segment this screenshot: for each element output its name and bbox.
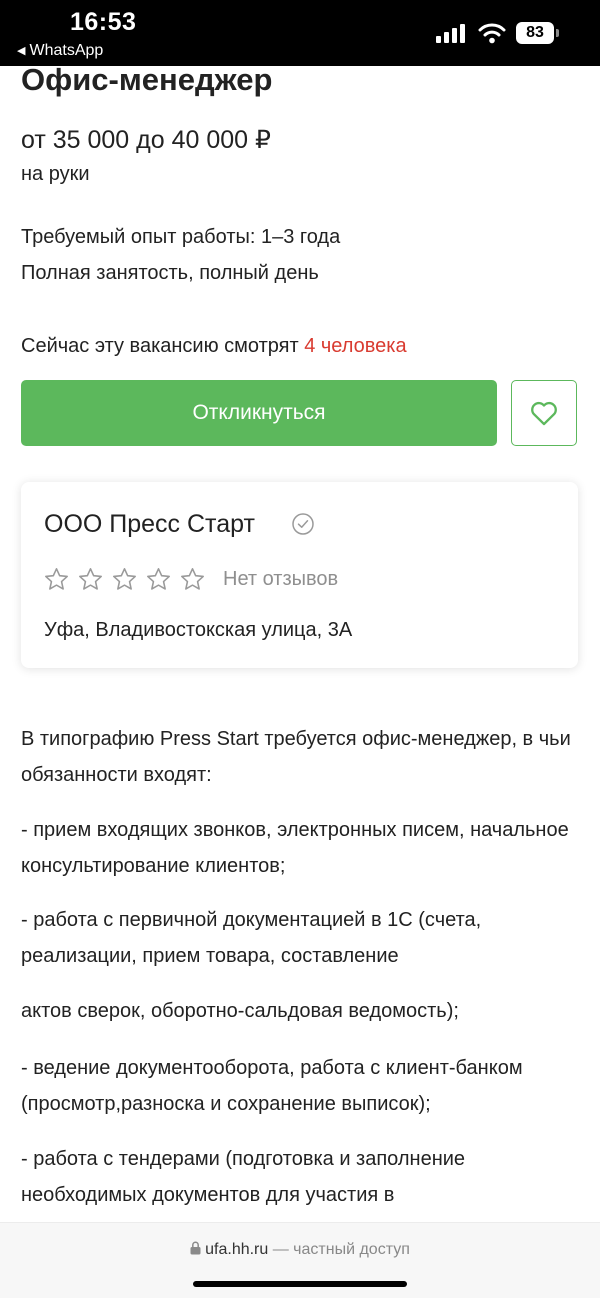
heart-icon bbox=[531, 401, 557, 426]
star-icon bbox=[45, 568, 68, 590]
description-paragraph: - ведение документооборота, работа с кли… bbox=[21, 1057, 523, 1115]
rating-stars bbox=[43, 566, 206, 593]
description-paragraph: - работа с первичной документацией в 1С … bbox=[21, 909, 482, 967]
back-app-label: WhatsApp bbox=[29, 42, 104, 59]
salary-note: на руки bbox=[21, 163, 90, 185]
description-paragraph: - работа с тендерами (подготовка и запол… bbox=[21, 1148, 466, 1206]
viewers-count: 4 человека bbox=[304, 335, 407, 357]
vacancy-title: Офис-менеджер bbox=[21, 62, 273, 97]
employment-type: Полная занятость, полный день bbox=[21, 262, 319, 284]
lock-icon bbox=[190, 1241, 201, 1255]
star-icon bbox=[79, 568, 102, 590]
viewers-text: Сейчас эту вакансию смотрят bbox=[21, 335, 299, 357]
experience: Требуемый опыт работы: 1–3 года bbox=[21, 226, 341, 248]
back-arrow-icon: ◀ bbox=[17, 45, 26, 57]
company-name[interactable]: ООО Пресс Старт bbox=[44, 510, 255, 539]
apply-button[interactable]: Откликнуться bbox=[21, 380, 497, 446]
favorite-button[interactable] bbox=[511, 380, 577, 446]
description-paragraph: актов сверок, оборотно-сальдовая ведомос… bbox=[21, 1000, 459, 1022]
check-circle-icon bbox=[292, 513, 314, 535]
company-card[interactable]: ООО Пресс Старт Нет отзывов Уфа, Владиво… bbox=[21, 482, 578, 668]
description-paragraph: В типографию Press Start требуется офис-… bbox=[21, 728, 571, 786]
status-icons: 83 bbox=[436, 22, 559, 44]
star-icon bbox=[147, 568, 170, 590]
reviews-label[interactable]: Нет отзывов bbox=[223, 568, 338, 591]
viewers-notice: Сейчас эту вакансию смотрят 4 человека bbox=[21, 335, 407, 358]
status-bar: 16:53 ◀ WhatsApp 83 bbox=[0, 0, 600, 66]
description-paragraph: - прием входящих звонков, электронных пи… bbox=[21, 819, 569, 877]
company-address: Уфа, Владивостокская улица, 3А bbox=[44, 619, 353, 641]
back-to-app-link[interactable]: ◀ WhatsApp bbox=[17, 42, 103, 60]
star-icon bbox=[181, 568, 204, 590]
battery-icon: 83 bbox=[516, 22, 559, 44]
url-domain: ufa.hh.ru bbox=[205, 1241, 269, 1258]
address-bar[interactable]: ufa.hh.ru — частный доступ bbox=[0, 1241, 600, 1259]
home-indicator[interactable] bbox=[193, 1281, 407, 1287]
wifi-icon bbox=[478, 23, 506, 43]
salary: от 35 000 до 40 000 ₽ bbox=[21, 126, 271, 154]
star-icon bbox=[113, 568, 136, 590]
private-access-note: — частный доступ bbox=[272, 1241, 410, 1258]
browser-bottom-bar: ufa.hh.ru — частный доступ bbox=[0, 1222, 600, 1298]
status-time: 16:53 bbox=[70, 8, 137, 36]
signal-icon bbox=[436, 24, 465, 43]
